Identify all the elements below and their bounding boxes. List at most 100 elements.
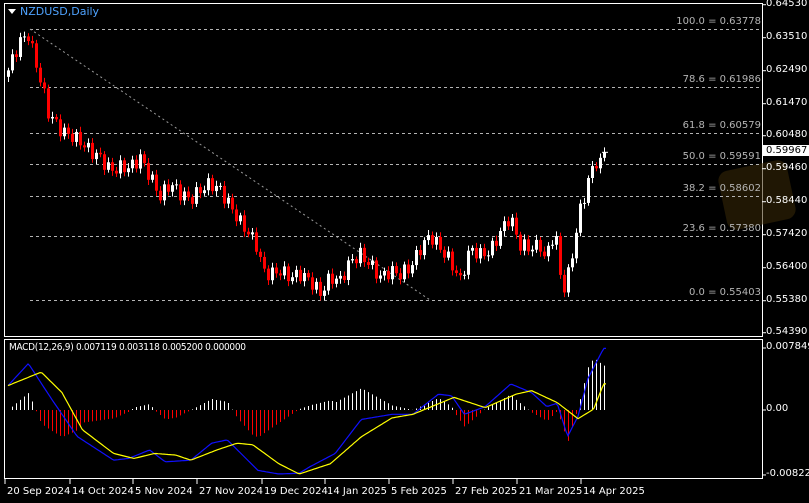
bearish-candle [167,184,170,192]
bearish-candle [475,247,478,259]
bullish-candle [323,290,326,296]
bullish-candle [63,127,66,137]
bearish-candle [47,88,50,119]
bullish-candle [23,36,26,38]
bearish-candle [319,281,322,296]
price-axis-label: 0.54390 [766,325,808,337]
bullish-candle [303,273,306,282]
bullish-candle [383,270,386,276]
date-axis-label: 5 Nov 2024 [135,486,193,497]
bullish-candle [435,236,438,245]
bullish-candle [95,152,98,160]
bullish-candle [175,184,178,186]
bullish-candle [295,269,298,278]
macd-panel-frame [4,339,763,479]
price-axis-label: 0.60480 [766,128,808,140]
bullish-candle [283,266,286,276]
bearish-candle [27,36,30,42]
fibonacci-level-label: 100.0 = 0.63778 [676,15,761,27]
bullish-candle [391,266,394,280]
bearish-candle [123,160,126,173]
date-axis-label: 14 Oct 2024 [72,486,134,497]
bullish-candle [427,235,430,241]
price-axis-label: 0.55380 [766,293,808,305]
fibonacci-level-label: 50.0 = 0.59591 [682,150,761,162]
bearish-candle [199,187,202,194]
bearish-candle [211,178,214,192]
bullish-candle [535,239,538,250]
bullish-candle [371,260,374,265]
bullish-candle [251,232,254,235]
bullish-candle [555,236,558,245]
bearish-candle [91,142,94,160]
chart-title: NZDUSD,Daily [20,5,100,18]
bullish-candle [487,255,490,257]
bullish-candle [359,247,362,264]
bullish-candle [75,131,78,142]
bullish-candle [219,185,222,187]
macd-line [7,347,606,475]
bullish-candle [523,239,526,251]
bullish-candle [503,221,506,232]
bearish-candle [103,154,106,170]
bearish-candle [407,264,410,274]
bullish-candle [339,275,342,279]
price-axis-label: 0.56400 [766,260,808,272]
bearish-candle [235,209,238,222]
bullish-candle [183,191,186,201]
bullish-candle [547,245,550,257]
bullish-candle [603,152,606,158]
bullish-candle [567,267,570,293]
price-axis-label: 0.64530 [766,0,808,9]
bullish-candle [415,250,418,266]
bearish-candle [31,41,34,44]
bearish-candle [515,217,518,235]
bearish-candle [455,270,458,273]
bearish-candle [431,235,434,245]
bearish-candle [179,184,182,201]
date-axis-label: 27 Feb 2025 [455,486,518,497]
bearish-candle [559,236,562,275]
bearish-candle [483,248,486,257]
bearish-candle [307,273,310,278]
price-axis-label: 0.59460 [766,161,808,173]
price-axis-label: 0.61470 [766,96,808,108]
fibonacci-level-label: 23.6 = 0.57380 [682,222,761,234]
bearish-candle [231,197,234,210]
main-panel-frame [4,3,763,337]
macd-indicator-label: MACD(12,26,9) 0.007119 0.003118 0.005200… [9,342,246,353]
bullish-candle [87,142,90,148]
bearish-candle [99,152,102,155]
chart-menu-triangle-icon[interactable] [8,9,16,14]
bullish-candle [499,231,502,246]
bullish-candle [471,247,474,251]
bearish-candle [39,67,42,83]
bullish-candle [139,154,142,169]
macd-axis-label: 0.00 [766,403,789,414]
bearish-candle [419,250,422,256]
fibonacci-level-label: 0.0 = 0.55403 [689,286,761,298]
bullish-candle [207,178,210,191]
bearish-candle [155,174,158,191]
bullish-candle [531,249,534,252]
bullish-candle [411,265,414,274]
bullish-candle [195,187,198,204]
bullish-candle [171,185,174,192]
bearish-candle [279,273,282,276]
bullish-candle [215,185,218,192]
bearish-candle [255,232,258,252]
bearish-candle [543,251,546,257]
date-axis-label: 19 Dec 2024 [264,486,328,497]
bullish-candle [479,248,482,259]
fibonacci-level-label: 78.6 = 0.61986 [682,73,761,85]
bearish-candle [243,215,246,232]
bullish-candle [551,244,554,246]
bearish-candle [375,260,378,279]
bullish-candle [335,278,338,284]
bullish-candle [163,184,166,201]
bullish-candle [107,162,110,170]
bullish-candle [131,159,134,169]
bullish-candle [447,251,450,258]
bullish-candle [467,250,470,275]
bearish-candle [83,145,86,148]
